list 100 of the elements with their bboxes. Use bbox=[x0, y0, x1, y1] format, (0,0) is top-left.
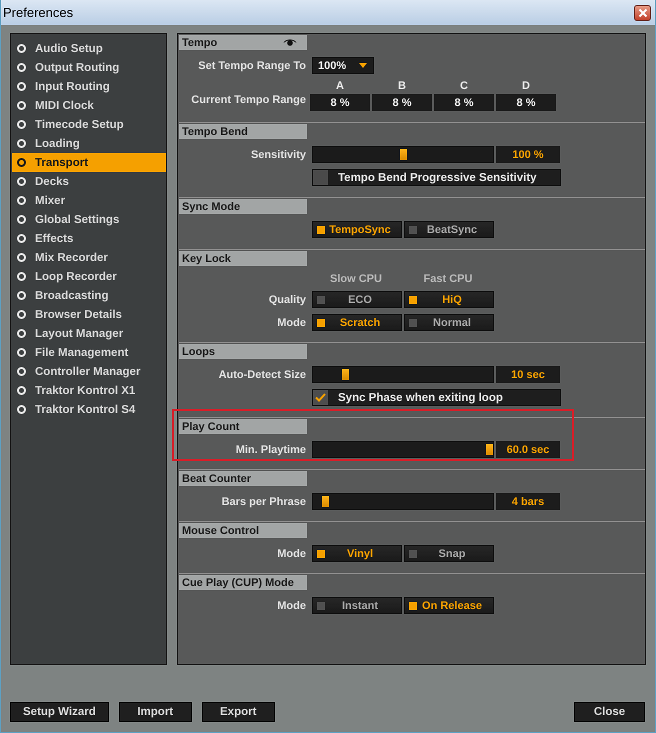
section-title: Loops bbox=[182, 346, 215, 358]
indicator-icon bbox=[317, 296, 325, 304]
sidebar-item[interactable]: Controller Manager bbox=[12, 362, 166, 381]
section-title: Tempo Bend bbox=[182, 126, 248, 138]
sidebar-item[interactable]: Effects bbox=[12, 229, 166, 248]
checkbox[interactable] bbox=[313, 390, 328, 405]
column-caption: Slow CPU bbox=[329, 273, 383, 285]
indicator-icon bbox=[317, 602, 325, 610]
sidebar-item[interactable]: Audio Setup bbox=[12, 39, 166, 58]
sidebar-item[interactable]: Browser Details bbox=[12, 305, 166, 324]
option-button[interactable]: ECO bbox=[312, 291, 402, 308]
sidebar-item[interactable]: Global Settings bbox=[12, 210, 166, 229]
checkbox-label: Tempo Bend Progressive Sensitivity bbox=[338, 172, 537, 184]
tempo-range-value[interactable]: 8 % bbox=[434, 94, 494, 111]
footer-button[interactable]: Export bbox=[202, 702, 275, 722]
slider-thumb[interactable] bbox=[342, 369, 350, 380]
option-button[interactable]: On Release bbox=[404, 597, 494, 614]
slider-track[interactable] bbox=[312, 493, 494, 510]
tempo-range-value[interactable]: 8 % bbox=[496, 94, 556, 111]
option-button[interactable]: Normal bbox=[404, 314, 494, 331]
section-title: Play Count bbox=[182, 420, 240, 432]
field-label: Min. Playtime bbox=[236, 444, 306, 456]
option-button[interactable]: Snap bbox=[404, 545, 494, 562]
sidebar-item[interactable]: Mixer bbox=[12, 191, 166, 210]
footer-button[interactable]: Import bbox=[118, 702, 192, 722]
slider-thumb[interactable] bbox=[400, 149, 406, 160]
section-title: Beat Counter bbox=[182, 472, 252, 484]
field-label: Mode bbox=[277, 316, 306, 328]
sidebar-item[interactable]: Loading bbox=[12, 134, 166, 153]
footer-button[interactable]: Close bbox=[574, 702, 645, 722]
column-header: D bbox=[521, 80, 531, 92]
section-title: Mouse Control bbox=[182, 524, 259, 536]
section-title: Tempo bbox=[182, 36, 218, 48]
sidebar-item[interactable]: MIDI Clock bbox=[12, 96, 166, 115]
field-label: Sensitivity bbox=[250, 148, 306, 160]
option-button[interactable]: HiQ bbox=[404, 291, 494, 308]
eye-icon[interactable] bbox=[283, 38, 297, 47]
sidebar-item[interactable]: Traktor Kontrol X1 bbox=[12, 381, 166, 400]
radio-icon bbox=[17, 177, 26, 186]
section-title: Cue Play (CUP) Mode bbox=[182, 576, 294, 588]
radio-icon bbox=[17, 44, 26, 53]
radio-icon bbox=[17, 272, 26, 281]
sidebar-item[interactable]: Mix Recorder bbox=[12, 248, 166, 267]
field-label: Mode bbox=[277, 548, 306, 560]
tempo-range-value[interactable]: 8 % bbox=[310, 94, 370, 111]
option-button[interactable]: Scratch bbox=[312, 314, 402, 331]
indicator-icon bbox=[409, 226, 417, 234]
checkbox[interactable] bbox=[313, 170, 328, 185]
option-button[interactable]: TempoSync bbox=[312, 221, 402, 238]
close-button[interactable] bbox=[634, 4, 651, 20]
sidebar-item[interactable]: Input Routing bbox=[12, 77, 166, 96]
field-label: Bars per Phrase bbox=[222, 496, 306, 508]
caret-icon bbox=[359, 63, 367, 68]
field-label: Set Tempo Range To bbox=[198, 60, 306, 72]
radio-icon bbox=[17, 348, 26, 357]
radio-icon bbox=[17, 329, 26, 338]
checkbox-button[interactable]: Tempo Bend Progressive Sensitivity bbox=[312, 169, 561, 186]
checkbox-button[interactable]: Sync Phase when exiting loop bbox=[312, 389, 561, 406]
sidebar-item[interactable]: Traktor Kontrol S4 bbox=[12, 400, 166, 419]
radio-icon bbox=[17, 253, 26, 262]
section-title: Sync Mode bbox=[182, 200, 240, 212]
indicator-icon bbox=[317, 550, 325, 558]
slider-thumb[interactable] bbox=[486, 444, 493, 455]
sidebar-item[interactable]: Transport bbox=[12, 153, 166, 172]
indicator-icon bbox=[409, 550, 417, 558]
slider-track[interactable] bbox=[312, 441, 494, 458]
section-title: Key Lock bbox=[182, 252, 231, 264]
field-label: Auto-Detect Size bbox=[218, 368, 306, 380]
column-header: C bbox=[459, 80, 469, 92]
checkbox-label: Sync Phase when exiting loop bbox=[338, 392, 503, 404]
column-header: A bbox=[335, 80, 345, 92]
slider-track[interactable] bbox=[312, 366, 494, 383]
indicator-icon bbox=[317, 318, 325, 326]
value-display: 100 % bbox=[496, 146, 560, 163]
radio-icon bbox=[17, 367, 26, 376]
sidebar-item[interactable]: Output Routing bbox=[12, 58, 166, 77]
tempo-range-dropdown[interactable]: 100% bbox=[312, 57, 374, 74]
value-display: 10 sec bbox=[496, 366, 560, 383]
slider-thumb[interactable] bbox=[322, 496, 329, 507]
option-button[interactable]: Instant bbox=[312, 597, 402, 614]
radio-icon bbox=[17, 101, 26, 110]
window-title: Preferences bbox=[3, 5, 74, 20]
column-caption: Fast CPU bbox=[422, 273, 474, 285]
field-label: Quality bbox=[268, 294, 306, 306]
tempo-range-value[interactable]: 8 % bbox=[372, 94, 432, 111]
slider-track[interactable] bbox=[312, 146, 494, 163]
sidebar-item[interactable]: File Management bbox=[12, 343, 166, 362]
sidebar-item[interactable]: Decks bbox=[12, 172, 166, 191]
field-label: Mode bbox=[277, 600, 306, 612]
sidebar-item[interactable]: Loop Recorder bbox=[12, 267, 166, 286]
sidebar-item[interactable]: Timecode Setup bbox=[12, 115, 166, 134]
option-button[interactable]: Vinyl bbox=[312, 545, 402, 562]
radio-icon bbox=[17, 386, 26, 395]
radio-icon bbox=[17, 405, 26, 414]
sidebar-item[interactable]: Broadcasting bbox=[12, 286, 166, 305]
column-header: B bbox=[397, 80, 407, 92]
sidebar-item[interactable]: Layout Manager bbox=[12, 324, 166, 343]
option-button[interactable]: BeatSync bbox=[404, 221, 494, 238]
footer-button[interactable]: Setup Wizard bbox=[10, 702, 109, 722]
radio-icon bbox=[17, 139, 26, 148]
